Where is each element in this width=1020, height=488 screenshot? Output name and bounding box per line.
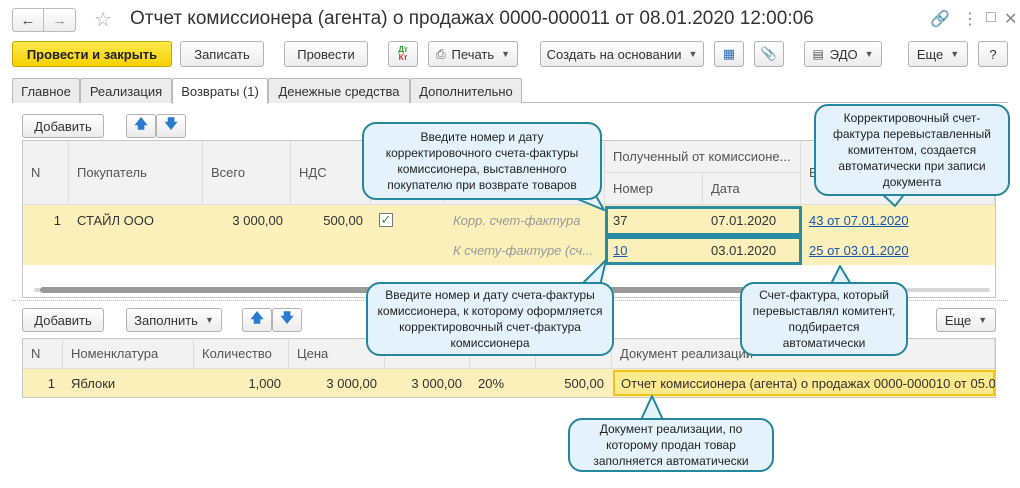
chevron-down-icon: ▼ [688, 49, 698, 59]
post-and-close-label: Провести и закрыть [26, 46, 158, 62]
corr-invoice-placeholder: Корр. счет-фактура [453, 212, 581, 228]
paperclip-icon[interactable]: 📎 [754, 41, 784, 67]
chevron-down-icon: ▼ [204, 315, 214, 325]
print-button[interactable]: ⎙ Печать ▼ [428, 41, 518, 67]
callout-reissued-invoice: Счет-фактура, который перевыставлял коми… [740, 282, 908, 356]
edo-label: ЭДО [829, 46, 858, 62]
close-icon[interactable]: ✕ [1004, 9, 1017, 29]
chevron-down-icon: ▼ [501, 49, 511, 59]
create-based-button[interactable]: Создать на основании ▼ [540, 41, 704, 67]
callout-sales-doc: Документ реализации, по которому продан … [568, 418, 774, 472]
callout-base-invoice: Введите номер и дату счета-фактуры комис… [366, 282, 614, 356]
corr-invoice-highlight [605, 206, 802, 236]
move-down-icon[interactable]: 🡇 [156, 114, 186, 138]
add-goods-button[interactable]: Добавить [22, 308, 104, 332]
chevron-down-icon: ▼ [978, 315, 988, 325]
tab-returns[interactable]: Возвраты (1) [172, 78, 268, 104]
invoice-issued-link[interactable]: 25 от 03.01.2020 [801, 235, 995, 265]
more-label: Еще [916, 46, 944, 62]
returns-row-check-cell[interactable]: ✓ [371, 205, 445, 235]
link-icon[interactable]: 🔗 [930, 9, 950, 29]
corr-invoice-issued-link[interactable]: 43 от 07.01.2020 [801, 205, 995, 235]
goods-row-sum[interactable]: 3 000,00 [385, 369, 470, 397]
goods-row-n: 1 [47, 375, 55, 391]
returns-row-buyer[interactable]: СТАЙЛ ООО [69, 205, 203, 235]
col-header-date: Дата [703, 173, 801, 205]
print-label: Печать [451, 46, 495, 62]
goods-col-qty: Количество [194, 339, 289, 369]
structure-icon[interactable]: ▦ [714, 41, 744, 67]
col-header-buyer: Покупатель [69, 141, 203, 205]
help-label: ? [989, 46, 997, 62]
back-arrow-icon[interactable]: ← [12, 8, 44, 32]
goods-row-item[interactable]: Яблоки [63, 369, 194, 397]
add-label: Добавить [34, 312, 92, 328]
goods-col-item: Номенклатура [63, 339, 194, 369]
kt-icon: Кт [398, 53, 408, 62]
create-based-label: Создать на основании [546, 46, 682, 62]
col-header-received-group: Полученный от комиссионе... [605, 141, 801, 173]
dt-kt-button[interactable]: Дт Кт [388, 41, 418, 67]
col-header-total: Всего [203, 141, 291, 205]
printer-icon: ⎙ [435, 46, 446, 61]
tab-additional[interactable]: Дополнительно [410, 78, 522, 103]
chevron-down-icon: ▼ [864, 49, 874, 59]
more-button[interactable]: Еще ▼ [908, 41, 968, 67]
move-up-icon[interactable]: 🡅 [242, 308, 272, 332]
fill-label: Заполнить [134, 312, 198, 328]
tab-label: Реализация [89, 83, 163, 99]
tab-label: Дополнительно [419, 83, 513, 99]
checkmark-icon[interactable]: ✓ [379, 212, 393, 227]
forward-arrow-icon[interactable]: → [44, 8, 76, 32]
goods-row-vat[interactable]: 500,00 [536, 369, 612, 397]
goods-row-vat-rate[interactable]: 20% [470, 369, 536, 397]
tab-cash[interactable]: Денежные средства [268, 78, 410, 103]
to-invoice-placeholder: К счету-фактуре (сч... [453, 242, 593, 258]
callout-reissued-corr-invoice: Корректировочный счет-фактура перевыстав… [814, 104, 1010, 196]
tab-label: Возвраты (1) [181, 84, 259, 99]
col-header-number: Номер [605, 173, 703, 205]
goods-row-qty[interactable]: 1,000 [194, 369, 289, 397]
edo-icon: ▤ [812, 47, 824, 61]
returns-row-total[interactable]: 3 000,00 [203, 205, 291, 235]
maximize-icon[interactable]: □ [986, 9, 996, 27]
invoice-highlight [605, 236, 802, 265]
star-icon[interactable]: ☆ [94, 7, 112, 32]
col-header-n: N [23, 141, 69, 205]
move-down-icon[interactable]: 🡇 [272, 308, 302, 332]
post-button[interactable]: Провести [284, 41, 368, 67]
tab-label: Главное [21, 83, 71, 99]
goods-more-button[interactable]: Еще ▼ [936, 308, 996, 332]
tab-main[interactable]: Главное [12, 78, 80, 103]
more-label: Еще [944, 312, 972, 328]
post-label: Провести [297, 46, 355, 62]
title-bar: ← → ☆ Отчет комиссионера (агента) о прод… [0, 0, 1020, 40]
save-button[interactable]: Записать [180, 41, 264, 67]
tab-label: Денежные средства [278, 83, 400, 99]
goods-col-n: N [23, 339, 63, 369]
callout-corr-invoice: Введите номер и дату корректировочного с… [362, 122, 602, 200]
add-label: Добавить [34, 118, 92, 134]
help-button[interactable]: ? [978, 41, 1008, 67]
add-return-button[interactable]: Добавить [22, 114, 104, 138]
edo-button[interactable]: ▤ ЭДО ▼ [804, 41, 882, 67]
chevron-down-icon: ▼ [950, 49, 960, 59]
page-title: Отчет комиссионера (агента) о продажах 0… [130, 8, 814, 29]
move-up-icon[interactable]: 🡅 [126, 114, 156, 138]
fill-button[interactable]: Заполнить ▼ [126, 308, 222, 332]
returns-row-n: 1 [53, 212, 61, 228]
menu-dots-icon[interactable]: ⋮ [962, 9, 978, 29]
post-and-close-button[interactable]: Провести и закрыть [12, 41, 172, 67]
returns-row-vat[interactable]: 500,00 [291, 205, 371, 235]
tab-sales[interactable]: Реализация [80, 78, 172, 103]
goods-row-price[interactable]: 3 000,00 [289, 369, 385, 397]
save-label: Записать [194, 46, 250, 62]
col-header-vat: НДС [291, 141, 371, 205]
goods-row-sales-doc[interactable]: Отчет комиссионера (агента) о продажах 0… [613, 369, 995, 397]
